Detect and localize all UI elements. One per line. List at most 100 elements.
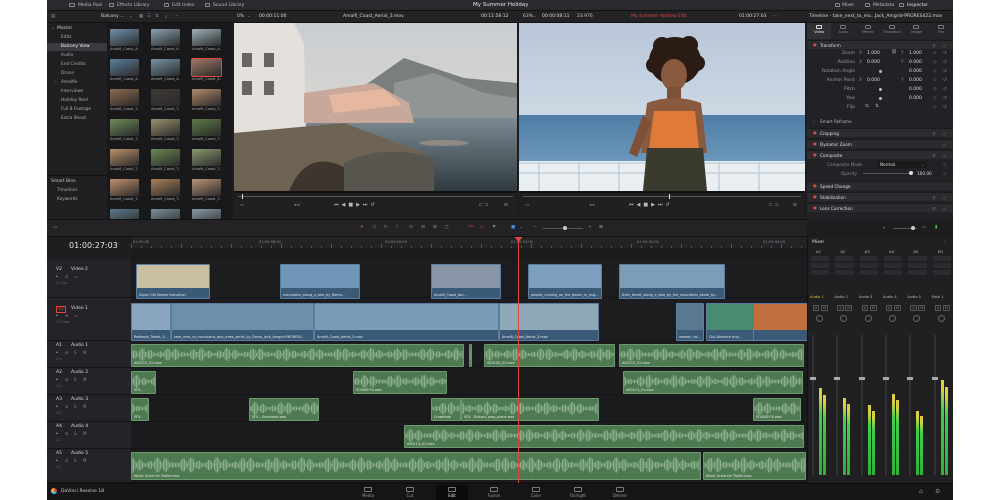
section-enabled-dot[interactable]: ● xyxy=(813,194,817,199)
media-clip-thumbnail[interactable]: Amalfi_Coast_T... xyxy=(110,149,139,176)
composite-header[interactable]: Composite xyxy=(820,153,842,158)
transform-y-value[interactable]: 0.000 xyxy=(909,96,922,101)
media-clip-thumbnail[interactable]: Amalfi_Coast_T... xyxy=(110,119,139,146)
mixer-solo-button[interactable]: S xyxy=(861,305,868,311)
timeline-zoom-handle[interactable] xyxy=(563,226,567,230)
inspector-icon[interactable] xyxy=(899,3,904,9)
source-zoom[interactable]: 0% xyxy=(237,14,244,19)
track-mute-icon[interactable]: M xyxy=(83,458,86,463)
source-clip-name[interactable]: Amalfi_Coast_Aerial_3.mov xyxy=(343,14,404,19)
video-clip[interactable]: Super Old Simple transition xyxy=(136,264,210,299)
mixer-mute-button[interactable]: M xyxy=(845,305,853,311)
media-clip-thumbnail[interactable]: Amalfi_Coast_A... xyxy=(110,59,139,86)
track-auto-select-icon[interactable]: ⊟ xyxy=(65,458,68,463)
audio-clip[interactable]: SFX - xyxy=(131,371,156,394)
audio-clip[interactable]: SOUND FX.wav xyxy=(353,371,447,394)
opacity-slider-handle[interactable] xyxy=(909,171,913,175)
keyframe-icon[interactable]: ◇ xyxy=(943,162,946,167)
keyframe-icon[interactable]: ◇ xyxy=(933,78,936,83)
replace-clip-icon[interactable]: ⊞ xyxy=(433,225,437,230)
settings-icon[interactable]: ⚙︎ xyxy=(935,488,940,495)
chevron-right-icon[interactable]: › xyxy=(55,80,57,85)
bin-item-selected[interactable]: Balcony View xyxy=(61,44,90,49)
section-enabled-dot[interactable]: ● xyxy=(813,141,817,146)
media-clip-thumbnail[interactable]: Amalfi_Coast_T... xyxy=(192,119,221,146)
timeline-playhead[interactable] xyxy=(518,237,519,483)
track-auto-select-icon[interactable]: ⊟ xyxy=(65,274,68,279)
speed-change-header[interactable]: Speed Change xyxy=(820,184,851,189)
bin-list-icon[interactable]: ▤ xyxy=(51,14,55,19)
media-clip-thumbnail[interactable]: Amalfi_Coast_T... xyxy=(110,89,139,116)
transform-y-value[interactable]: 1.000 xyxy=(909,51,922,56)
keyframe-icon[interactable]: ◇ xyxy=(933,60,936,65)
stabilization-header[interactable]: Stabilization xyxy=(820,195,846,200)
audio-clip[interactable]: SFX - Distant_prop_plane.wav xyxy=(461,398,599,421)
sound-library-button[interactable]: Sound Library xyxy=(213,3,244,8)
timeline-name[interactable]: My Summer Holiday Edit xyxy=(631,14,687,19)
mixer-input-slot[interactable] xyxy=(908,263,927,268)
inspector-tab-effects[interactable]: Effects xyxy=(856,23,880,39)
mixer-input-slot[interactable] xyxy=(859,270,878,275)
mixer-input-slot[interactable] xyxy=(859,263,878,268)
smart-bin-item[interactable]: Keywords xyxy=(57,197,78,202)
metadata-button[interactable]: Metadata xyxy=(873,3,894,8)
timeline-ruler[interactable]: 01:00:00 01:00:08:00 01:00:16:00 01:00:24:0… xyxy=(131,237,807,248)
mixer-fader-track[interactable] xyxy=(885,335,887,475)
keyframe-icon[interactable]: ◇ xyxy=(943,206,946,211)
bin-item[interactable]: Audio xyxy=(61,53,73,58)
mixer-input-slot[interactable] xyxy=(908,270,927,275)
transform-y-value[interactable]: 0.000 xyxy=(909,69,922,74)
mixer-input-slot[interactable] xyxy=(835,263,854,268)
media-clip-thumbnail[interactable]: Amalfi_Coast_T... xyxy=(110,179,139,206)
reset-icon[interactable]: ↺ xyxy=(932,195,936,200)
reset-icon[interactable]: ↺ xyxy=(943,60,947,65)
mixer-solo-button[interactable]: S xyxy=(886,305,893,311)
mark-icon[interactable]: ⊞ xyxy=(793,203,797,208)
page-tab-deliver[interactable]: Deliver xyxy=(604,485,636,500)
keyframe-icon[interactable]: ◇ xyxy=(943,195,946,200)
chevron-down-icon[interactable]: ⌄ xyxy=(519,225,523,230)
slider-dot[interactable] xyxy=(879,97,882,100)
track-auto-select-icon[interactable]: ⊟ xyxy=(65,404,68,409)
media-clip-thumbnail[interactable]: Amalfi_Coast_T... xyxy=(151,179,180,206)
mixer-pan-knob[interactable] xyxy=(937,315,945,322)
page-tab-edit[interactable]: Edit xyxy=(436,485,468,500)
master-volume-handle[interactable] xyxy=(911,226,915,230)
slider-dot[interactable] xyxy=(879,88,882,91)
audio-clip[interactable]: A00113_01.mov xyxy=(404,425,804,448)
bin-name[interactable]: Balcony ... xyxy=(101,14,125,19)
track-mute-icon[interactable]: M xyxy=(83,431,86,436)
audio-clip[interactable]: SOUND FX.wav xyxy=(753,398,801,421)
keyframe-icon[interactable]: ◇ xyxy=(943,131,946,136)
linked-selection-icon[interactable]: ∞ xyxy=(480,225,484,230)
page-tab-media[interactable]: Media xyxy=(352,485,384,500)
mixer-fader-handle[interactable] xyxy=(858,377,865,380)
flip-horizontal-icon[interactable]: ⇆ xyxy=(865,104,869,109)
media-clip-thumbnail[interactable]: Amalfi_Coast_T... xyxy=(192,149,221,176)
insert-clip-icon[interactable]: ⊡ xyxy=(409,225,413,230)
reset-icon[interactable]: ↺ xyxy=(932,43,936,48)
mixer-input-slot[interactable] xyxy=(884,263,903,268)
in-out-icon[interactable]: ⊏ ⊐ xyxy=(769,203,778,208)
track-name[interactable]: Video 1 xyxy=(71,306,88,311)
mixer-mute-button[interactable]: M xyxy=(821,305,829,311)
audio-clip[interactable]: SFX - xyxy=(131,398,149,421)
audio-meter-icon[interactable]: ▭ xyxy=(922,225,926,230)
page-tab-color[interactable]: Color xyxy=(520,485,552,500)
track-solo-icon[interactable]: S xyxy=(74,377,77,382)
bin-item[interactable]: Full 8 Footage xyxy=(61,107,91,112)
reset-icon[interactable]: ↺ xyxy=(932,206,936,211)
options-icon[interactable]: ⋯ xyxy=(174,14,179,19)
timeline-viewer-playhead[interactable] xyxy=(669,194,670,199)
reset-icon[interactable]: ↺ xyxy=(943,51,947,56)
timeline-frame-image[interactable] xyxy=(519,23,805,191)
mixer-fader-track[interactable] xyxy=(812,335,814,475)
video-clip[interactable]: people_running_on_the_beach_in_kng... xyxy=(528,264,602,299)
track-auto-select-icon[interactable]: ⊟ xyxy=(65,313,68,318)
mixer-button[interactable]: Mixer xyxy=(842,3,854,8)
keyframe-icon[interactable]: ◇ xyxy=(933,51,936,56)
mixer-input-slot[interactable] xyxy=(884,256,903,261)
mixer-input-slot[interactable] xyxy=(884,270,903,275)
grid-view-icon[interactable]: ▦ xyxy=(139,14,143,19)
audio-clip[interactable]: SFX - Overhead.wav xyxy=(249,398,319,421)
